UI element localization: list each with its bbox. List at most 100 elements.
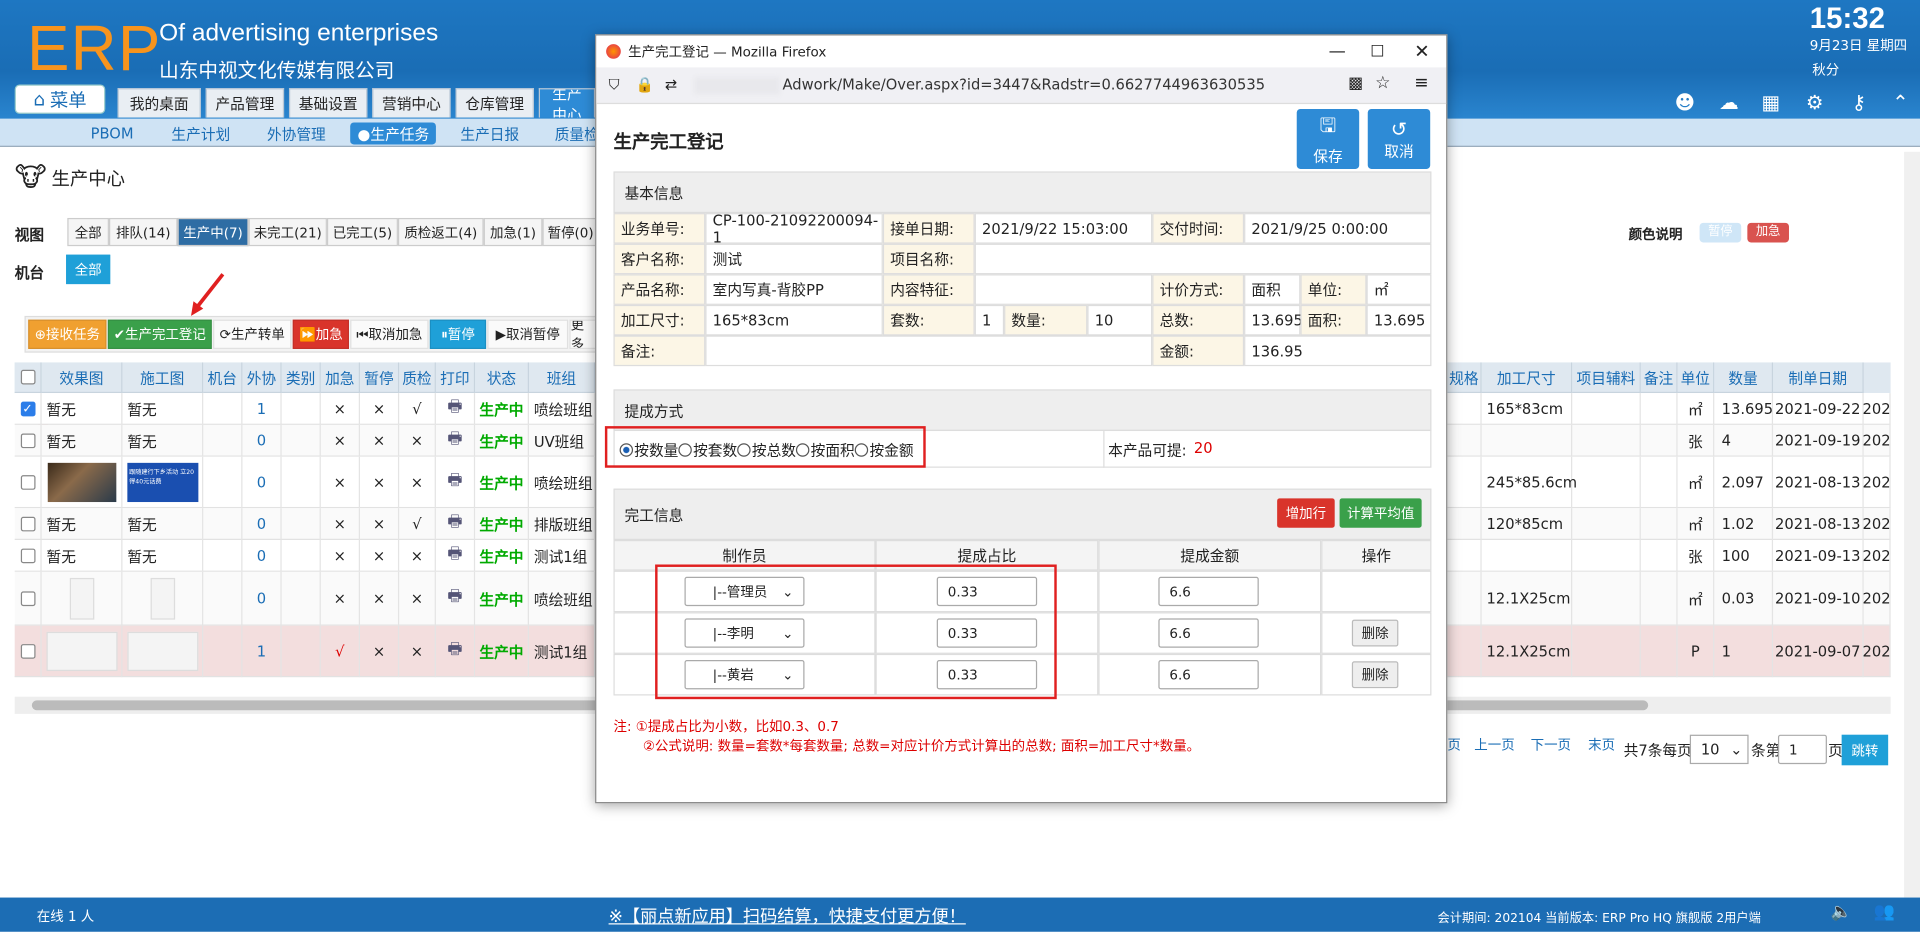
user-icon[interactable]: ☻ bbox=[1673, 91, 1697, 115]
print-icon[interactable]: 🖶 bbox=[436, 625, 476, 678]
maximize-icon[interactable]: ☐ bbox=[1370, 42, 1384, 60]
row-checkbox[interactable] bbox=[15, 540, 42, 572]
checkbox[interactable] bbox=[20, 548, 35, 564]
tab-warehouse[interactable]: 仓库管理 bbox=[455, 88, 534, 118]
subnav-plan[interactable]: 生产计划 bbox=[171, 122, 230, 144]
view-all[interactable]: 全部 bbox=[67, 217, 109, 247]
row-checkbox[interactable] bbox=[15, 456, 42, 509]
complete-register-button[interactable]: ✔生产完工登记 bbox=[107, 319, 212, 349]
radio-by-amount[interactable]: 按金额 bbox=[854, 442, 914, 459]
subnav-tasks[interactable]: ●生产任务 bbox=[350, 122, 437, 145]
outsource-count[interactable]: 0 bbox=[242, 540, 282, 572]
cancel-pause-button[interactable]: ▶取消暂停 bbox=[487, 319, 569, 349]
page-input[interactable]: 1 bbox=[1777, 734, 1827, 765]
lock-off-icon[interactable]: 🔒 bbox=[636, 76, 654, 93]
print-icon[interactable]: 🖶 bbox=[436, 571, 476, 626]
gear-icon[interactable]: ⚙ bbox=[1802, 91, 1826, 115]
view-unfinished[interactable]: 未完工(21) bbox=[248, 217, 327, 247]
users-icon[interactable]: 👥 bbox=[1873, 902, 1894, 922]
close-icon[interactable]: ✕ bbox=[1414, 40, 1429, 62]
cancel-urgent-button[interactable]: ⏮取消加急 bbox=[350, 319, 429, 349]
view-paused[interactable]: 暂停(0) bbox=[542, 217, 599, 247]
qr-icon[interactable]: ▩ bbox=[1348, 75, 1363, 93]
speaker-icon[interactable]: 🔈 bbox=[1831, 902, 1852, 922]
save-button[interactable]: 🖫 保存 bbox=[1296, 108, 1360, 169]
go-button[interactable]: 跳转 bbox=[1841, 734, 1889, 766]
add-row-button[interactable]: 增加行 bbox=[1277, 498, 1335, 528]
delete-row-button[interactable]: 删除 bbox=[1351, 619, 1399, 647]
page-first-frag[interactable]: 页 bbox=[1447, 735, 1460, 755]
checkbox[interactable] bbox=[20, 644, 35, 659]
transfer-order-button[interactable]: ⟳生产转单 bbox=[213, 319, 292, 349]
amount-input[interactable]: 6.6 bbox=[1158, 576, 1259, 607]
page-last[interactable]: 末页 bbox=[1588, 735, 1615, 755]
marquee-link[interactable]: ※【丽点新应用】扫码结算，快捷支付更方便！ bbox=[609, 904, 966, 928]
print-icon[interactable]: 🖶 bbox=[436, 393, 476, 425]
print-icon[interactable]: 🖶 bbox=[436, 456, 476, 509]
checkbox[interactable] bbox=[20, 591, 35, 607]
tab-my-desktop[interactable]: 我的桌面 bbox=[117, 88, 201, 118]
permissions-icon[interactable]: ⇄ bbox=[665, 76, 677, 93]
subnav-daily[interactable]: 生产日报 bbox=[460, 122, 519, 144]
outsource-count[interactable]: 0 bbox=[242, 508, 282, 541]
print-icon[interactable]: 🖶 bbox=[436, 508, 476, 541]
vertical-scrollbar[interactable] bbox=[1904, 151, 1920, 898]
cancel-button[interactable]: ↺ 取消 bbox=[1367, 108, 1431, 169]
view-qc-rework[interactable]: 质检返工(4) bbox=[397, 217, 484, 247]
subnav-pbom[interactable]: PBOM bbox=[91, 122, 134, 144]
radio-by-area[interactable]: 按面积 bbox=[795, 442, 855, 459]
cloud-icon[interactable]: ☁ bbox=[1717, 91, 1741, 115]
shield-icon[interactable]: ⛉ bbox=[609, 76, 620, 94]
radio-by-qty[interactable]: 按数量 bbox=[619, 442, 679, 459]
tab-marketing[interactable]: 营销中心 bbox=[372, 88, 451, 118]
minimize-icon[interactable]: — bbox=[1329, 42, 1346, 62]
collapse-icon[interactable]: ⌃ bbox=[1888, 91, 1912, 115]
amount-input[interactable]: 6.6 bbox=[1158, 618, 1259, 648]
checkbox[interactable]: ✓ bbox=[20, 401, 35, 417]
page-prev[interactable]: 上一页 bbox=[1474, 735, 1514, 755]
print-icon[interactable]: 🖶 bbox=[436, 424, 476, 457]
checkbox[interactable] bbox=[20, 475, 35, 490]
checkbox[interactable] bbox=[20, 516, 35, 532]
key-icon[interactable]: ⚷ bbox=[1847, 91, 1871, 115]
url-text[interactable]: Adwork/Make/Over.aspx?id=3447&Radstr=0.6… bbox=[782, 76, 1265, 93]
outsource-count[interactable]: 0 bbox=[242, 424, 282, 457]
per-page-select[interactable]: 10 ⌄ bbox=[1689, 734, 1749, 765]
subnav-outsource[interactable]: 外协管理 bbox=[267, 122, 326, 144]
checkbox[interactable] bbox=[20, 433, 35, 449]
view-queue[interactable]: 排队(14) bbox=[108, 217, 178, 247]
amount-input[interactable]: 6.6 bbox=[1158, 660, 1259, 690]
pause-button[interactable]: ⏸暂停 bbox=[429, 319, 487, 349]
outsource-count[interactable]: 1 bbox=[242, 393, 282, 425]
row-checkbox[interactable] bbox=[15, 571, 42, 626]
receive-task-button[interactable]: ⊕接收任务 bbox=[28, 319, 107, 349]
view-urgent[interactable]: 加急(1) bbox=[483, 217, 543, 247]
print-icon[interactable]: 🖶 bbox=[436, 540, 476, 572]
more-button[interactable]: 更多 bbox=[569, 319, 597, 349]
star-icon[interactable]: ☆ bbox=[1375, 73, 1390, 93]
radio-by-sets[interactable]: 按套数 bbox=[678, 442, 737, 459]
select-all[interactable] bbox=[14, 362, 42, 394]
apps-icon[interactable]: ▦ bbox=[1758, 91, 1782, 115]
outsource-count[interactable]: 0 bbox=[242, 456, 282, 509]
row-checkbox[interactable] bbox=[15, 424, 42, 457]
row-checkbox[interactable] bbox=[15, 625, 42, 678]
view-in-production[interactable]: 生产中(7) bbox=[177, 217, 249, 247]
main-menu-button[interactable]: ⌂ 菜单 bbox=[14, 84, 106, 114]
radio-by-total[interactable]: 按总数 bbox=[737, 442, 796, 459]
machine-all[interactable]: 全部 bbox=[66, 254, 111, 285]
subnav-qc[interactable]: 质量检 bbox=[555, 122, 599, 144]
outsource-count[interactable]: 0 bbox=[242, 571, 282, 626]
delete-row-button[interactable]: 删除 bbox=[1351, 661, 1399, 689]
tab-product-mgmt[interactable]: 产品管理 bbox=[205, 88, 285, 118]
hamburger-icon[interactable]: ≡ bbox=[1414, 73, 1428, 93]
row-checkbox[interactable]: ✓ bbox=[15, 393, 42, 425]
page-next[interactable]: 下一页 bbox=[1531, 735, 1571, 755]
tab-basic-settings[interactable]: 基础设置 bbox=[288, 88, 368, 118]
urgent-button[interactable]: ⏩加急 bbox=[292, 319, 349, 349]
calc-avg-button[interactable]: 计算平均值 bbox=[1339, 498, 1422, 528]
outsource-count[interactable]: 1 bbox=[242, 625, 282, 678]
view-finished[interactable]: 已完工(5) bbox=[326, 217, 398, 247]
tab-production[interactable]: 生产中心 bbox=[538, 88, 596, 118]
row-checkbox[interactable] bbox=[15, 508, 42, 541]
